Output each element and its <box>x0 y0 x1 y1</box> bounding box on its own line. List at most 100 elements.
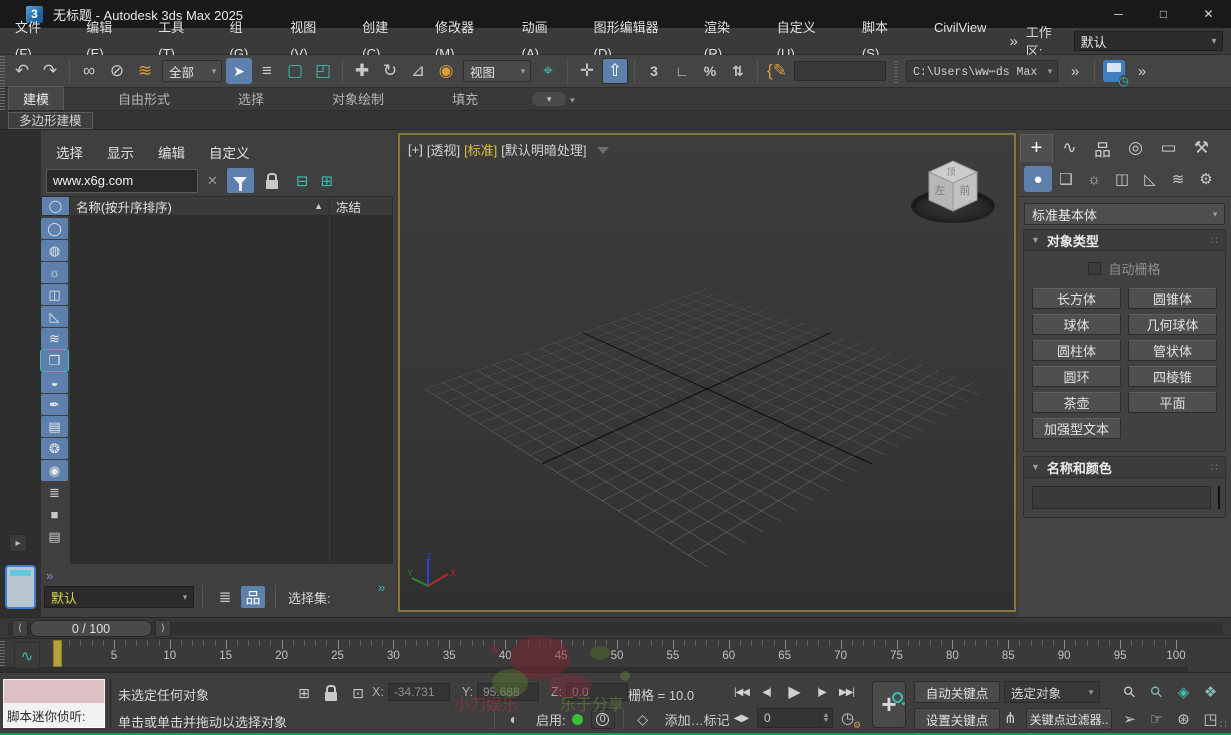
viewport-menu-general[interactable]: [+] <box>408 142 423 157</box>
ribbon-tab-4[interactable]: 填充 <box>438 87 492 110</box>
selection-filter-dropdown[interactable]: 全部 ▾ <box>162 60 222 82</box>
object-color-swatch[interactable] <box>1218 486 1220 509</box>
display-containers-icon[interactable]: ◒ <box>41 372 68 393</box>
rollout-grip-icon[interactable]: ∷ <box>1211 234 1218 247</box>
primitive-button-2[interactable]: 球体 <box>1032 314 1121 335</box>
maximize-button[interactable]: □ <box>1141 0 1186 28</box>
select-and-rotate-icon[interactable]: ↻ <box>377 58 403 84</box>
motion-tab[interactable]: ◎ <box>1119 134 1152 162</box>
pan-icon[interactable]: ☞ <box>1143 708 1170 730</box>
zoom-all-icon[interactable]: ⚲ <box>1139 675 1174 710</box>
primitive-button-0[interactable]: 长方体 <box>1032 288 1121 309</box>
key-filters-button[interactable]: 关键点过滤器.. <box>1026 708 1112 730</box>
ribbon-tab-1[interactable]: 自由形式 <box>104 87 184 110</box>
select-and-link-icon[interactable]: ∞ <box>76 58 102 84</box>
keyboard-override-icon[interactable]: ⇧ <box>602 58 628 84</box>
spinner-snap-icon[interactable]: ⇅ <box>725 58 751 84</box>
primitive-button-8[interactable]: 茶壶 <box>1032 392 1121 413</box>
explorer-list-view-icon[interactable]: ≣ <box>41 482 68 503</box>
primitive-button-1[interactable]: 圆锥体 <box>1128 288 1217 309</box>
previous-frame-button[interactable]: ◀| <box>755 681 778 703</box>
select-by-name-icon[interactable]: ≡ <box>254 58 280 84</box>
project-folder-dropdown[interactable]: C:\Users\ww⋯ds Max 2025 ▾ <box>906 60 1058 82</box>
x-coord-field[interactable]: -34.731 <box>387 683 450 701</box>
clear-search-icon[interactable]: ✕ <box>198 173 227 189</box>
explorer-flyout-button[interactable]: ▸ <box>9 534 27 552</box>
shapes-category-icon[interactable]: ❑ <box>1052 166 1080 192</box>
time-slider-track[interactable] <box>8 622 1223 635</box>
key-mode-toggle[interactable]: ◀▶ <box>730 713 753 724</box>
minimize-button[interactable]: ─ <box>1096 0 1141 28</box>
ribbon-drag-handle[interactable] <box>0 88 5 110</box>
ribbon-tab-3[interactable]: 对象绘制 <box>318 87 398 110</box>
toolbar-overflow-icon[interactable]: » <box>1062 58 1088 84</box>
ribbon-collapse-button[interactable]: ▾ <box>532 92 567 106</box>
explorer-menu-2[interactable]: 编辑 <box>158 142 185 162</box>
display-groups-icon[interactable]: ❒ <box>40 349 69 372</box>
next-frame-arrow[interactable]: ⟩ <box>155 620 171 637</box>
toolbar-drag-handle[interactable] <box>0 55 5 87</box>
use-pivot-center-icon[interactable]: ⌖ <box>535 58 561 84</box>
geometry-category-icon[interactable]: ● <box>1024 166 1052 192</box>
explorer-menu-0[interactable]: 选择 <box>56 142 83 162</box>
auto-key-button[interactable]: 自动关键点 <box>914 681 1000 703</box>
display-xrefs-icon[interactable]: ❂ <box>41 438 68 459</box>
primitive-button-5[interactable]: 管状体 <box>1128 340 1217 361</box>
display-none-icon[interactable]: ◯ <box>41 218 68 239</box>
lock-selection-icon[interactable] <box>320 683 342 703</box>
unlink-selection-icon[interactable]: ⊘ <box>104 58 130 84</box>
hierarchy-icon[interactable]: 品 <box>241 586 265 608</box>
absolute-mode-icon[interactable]: ⊡ <box>347 683 369 703</box>
rollout-grip-icon[interactable]: ∷ <box>1211 461 1218 474</box>
toolbar-overflow2-icon[interactable]: » <box>1129 58 1155 84</box>
display-column-header[interactable]: ◯ <box>41 196 70 216</box>
spacewarps-category-icon[interactable]: ≋ <box>1164 166 1192 192</box>
select-and-manipulate-icon[interactable]: ✛ <box>574 58 600 84</box>
ribbon-tab-2[interactable]: 选择 <box>224 87 278 110</box>
primitive-button-6[interactable]: 圆环 <box>1032 366 1121 387</box>
display-hidden-icon[interactable]: ◉ <box>41 460 68 481</box>
mini-curve-editor-button[interactable]: ∿ <box>14 642 40 669</box>
view-cube[interactable]: 顶 左 前 <box>908 155 998 235</box>
edit-named-selection-sets-icon[interactable]: {✎ <box>764 58 790 84</box>
snap-3d-icon[interactable]: 3 <box>641 58 667 84</box>
z-coord-field[interactable]: 0.0 <box>566 683 629 701</box>
workspace-dropdown[interactable]: 默认 ▾ <box>1073 31 1223 51</box>
object-name-input[interactable] <box>1032 486 1211 509</box>
reference-coordinate-dropdown[interactable]: 视图 ▾ <box>463 60 531 82</box>
viewport-layout-tab[interactable] <box>5 565 36 609</box>
subcategory-dropdown[interactable]: 标准基本体 ▾ <box>1024 203 1225 225</box>
display-frozen-icon[interactable]: ▤ <box>41 416 68 437</box>
primitive-button-9[interactable]: 平面 <box>1128 392 1217 413</box>
explorer-blank-icon[interactable]: ■ <box>41 504 68 525</box>
explorer-toolbar-overflow-icon[interactable]: » <box>46 568 53 583</box>
display-geometry-icon[interactable]: ◍ <box>41 240 68 261</box>
collapse-tree-icon[interactable]: ⊞ <box>320 172 333 190</box>
view-cube-cube[interactable]: 顶 左 前 <box>921 157 985 219</box>
name-color-rollout-header[interactable]: ▼ 名称和颜色 ∷ <box>1024 457 1225 478</box>
zoom-extents-all-icon[interactable]: ❖ <box>1197 681 1224 703</box>
search-input[interactable] <box>46 168 198 193</box>
frozen-column-header[interactable]: 冻结 <box>330 196 393 216</box>
name-column-header[interactable]: 名称(按升序排序) ▲ <box>70 196 330 216</box>
y-coord-field[interactable]: 95.688 <box>476 683 539 701</box>
ribbon-tab-0[interactable]: 建模 <box>8 86 65 110</box>
maxscript-mini-listener[interactable]: 脚本迷你侦听: <box>3 679 105 728</box>
create-tab[interactable]: + <box>1020 134 1053 162</box>
frame-spinner[interactable]: ▲ ▼ <box>819 712 832 724</box>
viewport-menu-style[interactable]: [标准] <box>464 140 497 159</box>
helpers-category-icon[interactable]: ◺ <box>1136 166 1164 192</box>
display-bones-icon[interactable]: ✒ <box>41 394 68 415</box>
set-keys-button[interactable]: + <box>872 681 906 728</box>
previous-frame-arrow[interactable]: ⟨ <box>12 620 28 637</box>
autosave-icon[interactable] <box>1101 58 1129 87</box>
primitive-button-10[interactable]: 加强型文本 <box>1032 418 1121 439</box>
close-button[interactable]: ✕ <box>1186 0 1231 28</box>
viewport-menu-pov[interactable]: [透视] <box>427 140 460 159</box>
filter-button[interactable] <box>226 168 254 193</box>
play-button[interactable]: ▶ <box>780 681 808 703</box>
active-layer-dropdown[interactable]: 默认 ▾ <box>44 586 194 608</box>
display-lights-icon[interactable]: ☼ <box>41 262 68 283</box>
orbit-icon[interactable]: ⊛ <box>1170 708 1197 730</box>
menubar-overflow-icon[interactable]: » <box>1001 33 1025 50</box>
